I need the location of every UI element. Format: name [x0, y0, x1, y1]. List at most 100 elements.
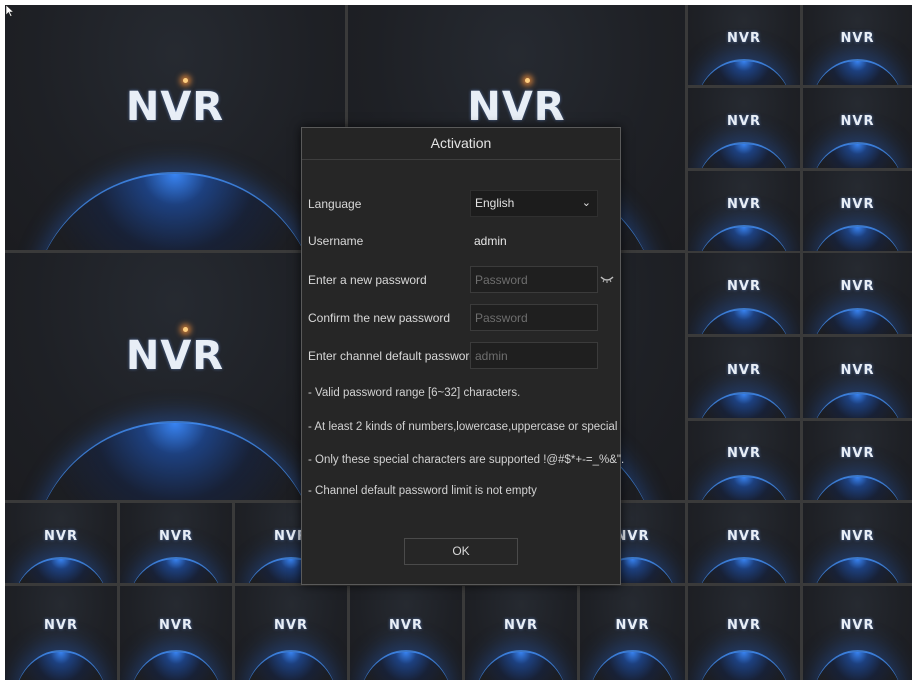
dialog-title: Activation [302, 128, 620, 160]
nvr-logo-text: NVR [159, 617, 193, 633]
confirm-password-input[interactable] [470, 304, 598, 331]
nvr-logo: NVR [803, 618, 912, 633]
nvr-logo: NVR [5, 529, 117, 544]
camera-tile[interactable]: NVR [688, 5, 800, 85]
nvr-logo: NVR [688, 363, 800, 378]
camera-tile[interactable]: NVR [5, 586, 117, 680]
new-password-input[interactable] [470, 266, 598, 293]
nvr-logo-text: NVR [389, 617, 423, 633]
nvr-logo: NVR [120, 618, 232, 633]
camera-tile[interactable]: NVR [803, 337, 912, 418]
horizon-glow [128, 557, 224, 583]
camera-tile[interactable]: NVR [688, 503, 800, 583]
horizon-glow [696, 649, 792, 680]
nvr-logo-text: NVR [727, 363, 761, 379]
camera-tile[interactable]: NVR [235, 586, 347, 680]
password-rule-note: - At least 2 kinds of numbers,lowercase,… [308, 421, 618, 433]
nvr-logo: NVR [688, 197, 800, 212]
camera-tile[interactable]: NVR [688, 586, 800, 680]
horizon-glow [696, 142, 792, 168]
new-password-label: Enter a new password [308, 273, 427, 287]
camera-tile[interactable]: NVR [465, 586, 577, 680]
camera-tile[interactable]: NVR [120, 586, 232, 680]
nvr-logo: NVR [5, 618, 117, 633]
camera-tile[interactable]: NVR [688, 171, 800, 251]
language-value: English [475, 196, 515, 210]
horizon-glow [696, 557, 792, 583]
channel-password-input[interactable] [470, 342, 598, 369]
nvr-logo: NVR [348, 84, 685, 130]
camera-tile[interactable]: NVR [120, 503, 232, 583]
nvr-logo-text: NVR [125, 83, 225, 130]
camera-tile[interactable]: NVR [5, 5, 345, 250]
camera-tile[interactable]: NVR [803, 253, 912, 334]
confirm-password-label: Confirm the new password [308, 311, 451, 325]
camera-tile[interactable]: NVR [803, 171, 912, 251]
nvr-logo-text: NVR [840, 617, 875, 633]
nvr-logo-text: NVR [467, 83, 566, 130]
logo-spark [524, 77, 530, 83]
camera-tile[interactable]: NVR [803, 5, 912, 85]
nvr-logo-text: NVR [125, 332, 225, 379]
camera-tile[interactable]: NVR [580, 586, 685, 680]
nvr-logo: NVR [580, 618, 685, 633]
camera-tile[interactable]: NVR [803, 421, 912, 500]
horizon-glow [696, 225, 792, 251]
nvr-logo-text: NVR [615, 617, 650, 633]
camera-tile[interactable]: NVR [688, 88, 800, 168]
horizon-glow [13, 557, 109, 583]
horizon-glow [811, 474, 904, 500]
logo-spark [183, 326, 188, 332]
nvr-logo-text: NVR [727, 528, 761, 544]
channel-password-label: Enter channel default password [308, 349, 477, 363]
eye-closed-icon[interactable] [600, 274, 614, 284]
nvr-logo-text: NVR [727, 446, 761, 462]
mouse-pointer-icon [6, 5, 14, 17]
nvr-logo: NVR [688, 114, 800, 129]
horizon-glow [811, 392, 904, 418]
nvr-logo-text: NVR [727, 279, 761, 295]
horizon-glow [128, 649, 224, 680]
nvr-logo-text: NVR [727, 617, 761, 633]
activation-dialog: Activation Language English ⌄ Username a… [301, 127, 625, 585]
nvr-logo-text: NVR [840, 446, 875, 462]
nvr-logo-text: NVR [840, 196, 875, 212]
camera-tile[interactable]: NVR [688, 253, 800, 334]
horizon-glow [811, 557, 904, 583]
horizon-glow [811, 308, 904, 334]
horizon-glow [811, 59, 904, 85]
nvr-logo: NVR [803, 197, 912, 212]
password-rule-note: - Only these special characters are supp… [308, 454, 625, 466]
camera-tile[interactable]: NVR [350, 586, 462, 680]
nvr-logo-text: NVR [840, 113, 875, 129]
nvr-logo: NVR [803, 31, 912, 46]
nvr-logo-text: NVR [504, 617, 538, 633]
ok-button[interactable]: OK [404, 538, 518, 565]
camera-tile[interactable]: NVR [803, 88, 912, 168]
language-select[interactable]: English ⌄ [470, 190, 598, 217]
camera-tile[interactable]: NVR [688, 337, 800, 418]
password-rule-note: - Channel default password limit is not … [308, 485, 537, 497]
camera-tile[interactable]: NVR [803, 586, 912, 680]
camera-tile[interactable]: NVR [5, 503, 117, 583]
camera-tile[interactable]: NVR [5, 253, 345, 500]
nvr-logo: NVR [803, 363, 912, 378]
nvr-logo-text: NVR [159, 528, 193, 544]
horizon-glow [696, 308, 792, 334]
horizon-glow [358, 649, 454, 680]
horizon-glow [32, 171, 318, 250]
camera-tile[interactable]: NVR [803, 503, 912, 583]
nvr-logo: NVR [235, 618, 347, 633]
nvr-logo-text: NVR [727, 30, 761, 46]
nvr-logo-text: NVR [274, 617, 308, 633]
camera-tile[interactable]: NVR [688, 421, 800, 500]
horizon-glow [13, 649, 109, 680]
chevron-down-icon: ⌄ [581, 197, 591, 209]
nvr-logo: NVR [5, 333, 345, 379]
nvr-logo-text: NVR [44, 617, 78, 633]
nvr-logo: NVR [688, 618, 800, 633]
nvr-logo: NVR [803, 446, 912, 461]
username-label: Username [308, 234, 364, 248]
horizon-glow [588, 649, 677, 680]
horizon-glow [243, 649, 339, 680]
